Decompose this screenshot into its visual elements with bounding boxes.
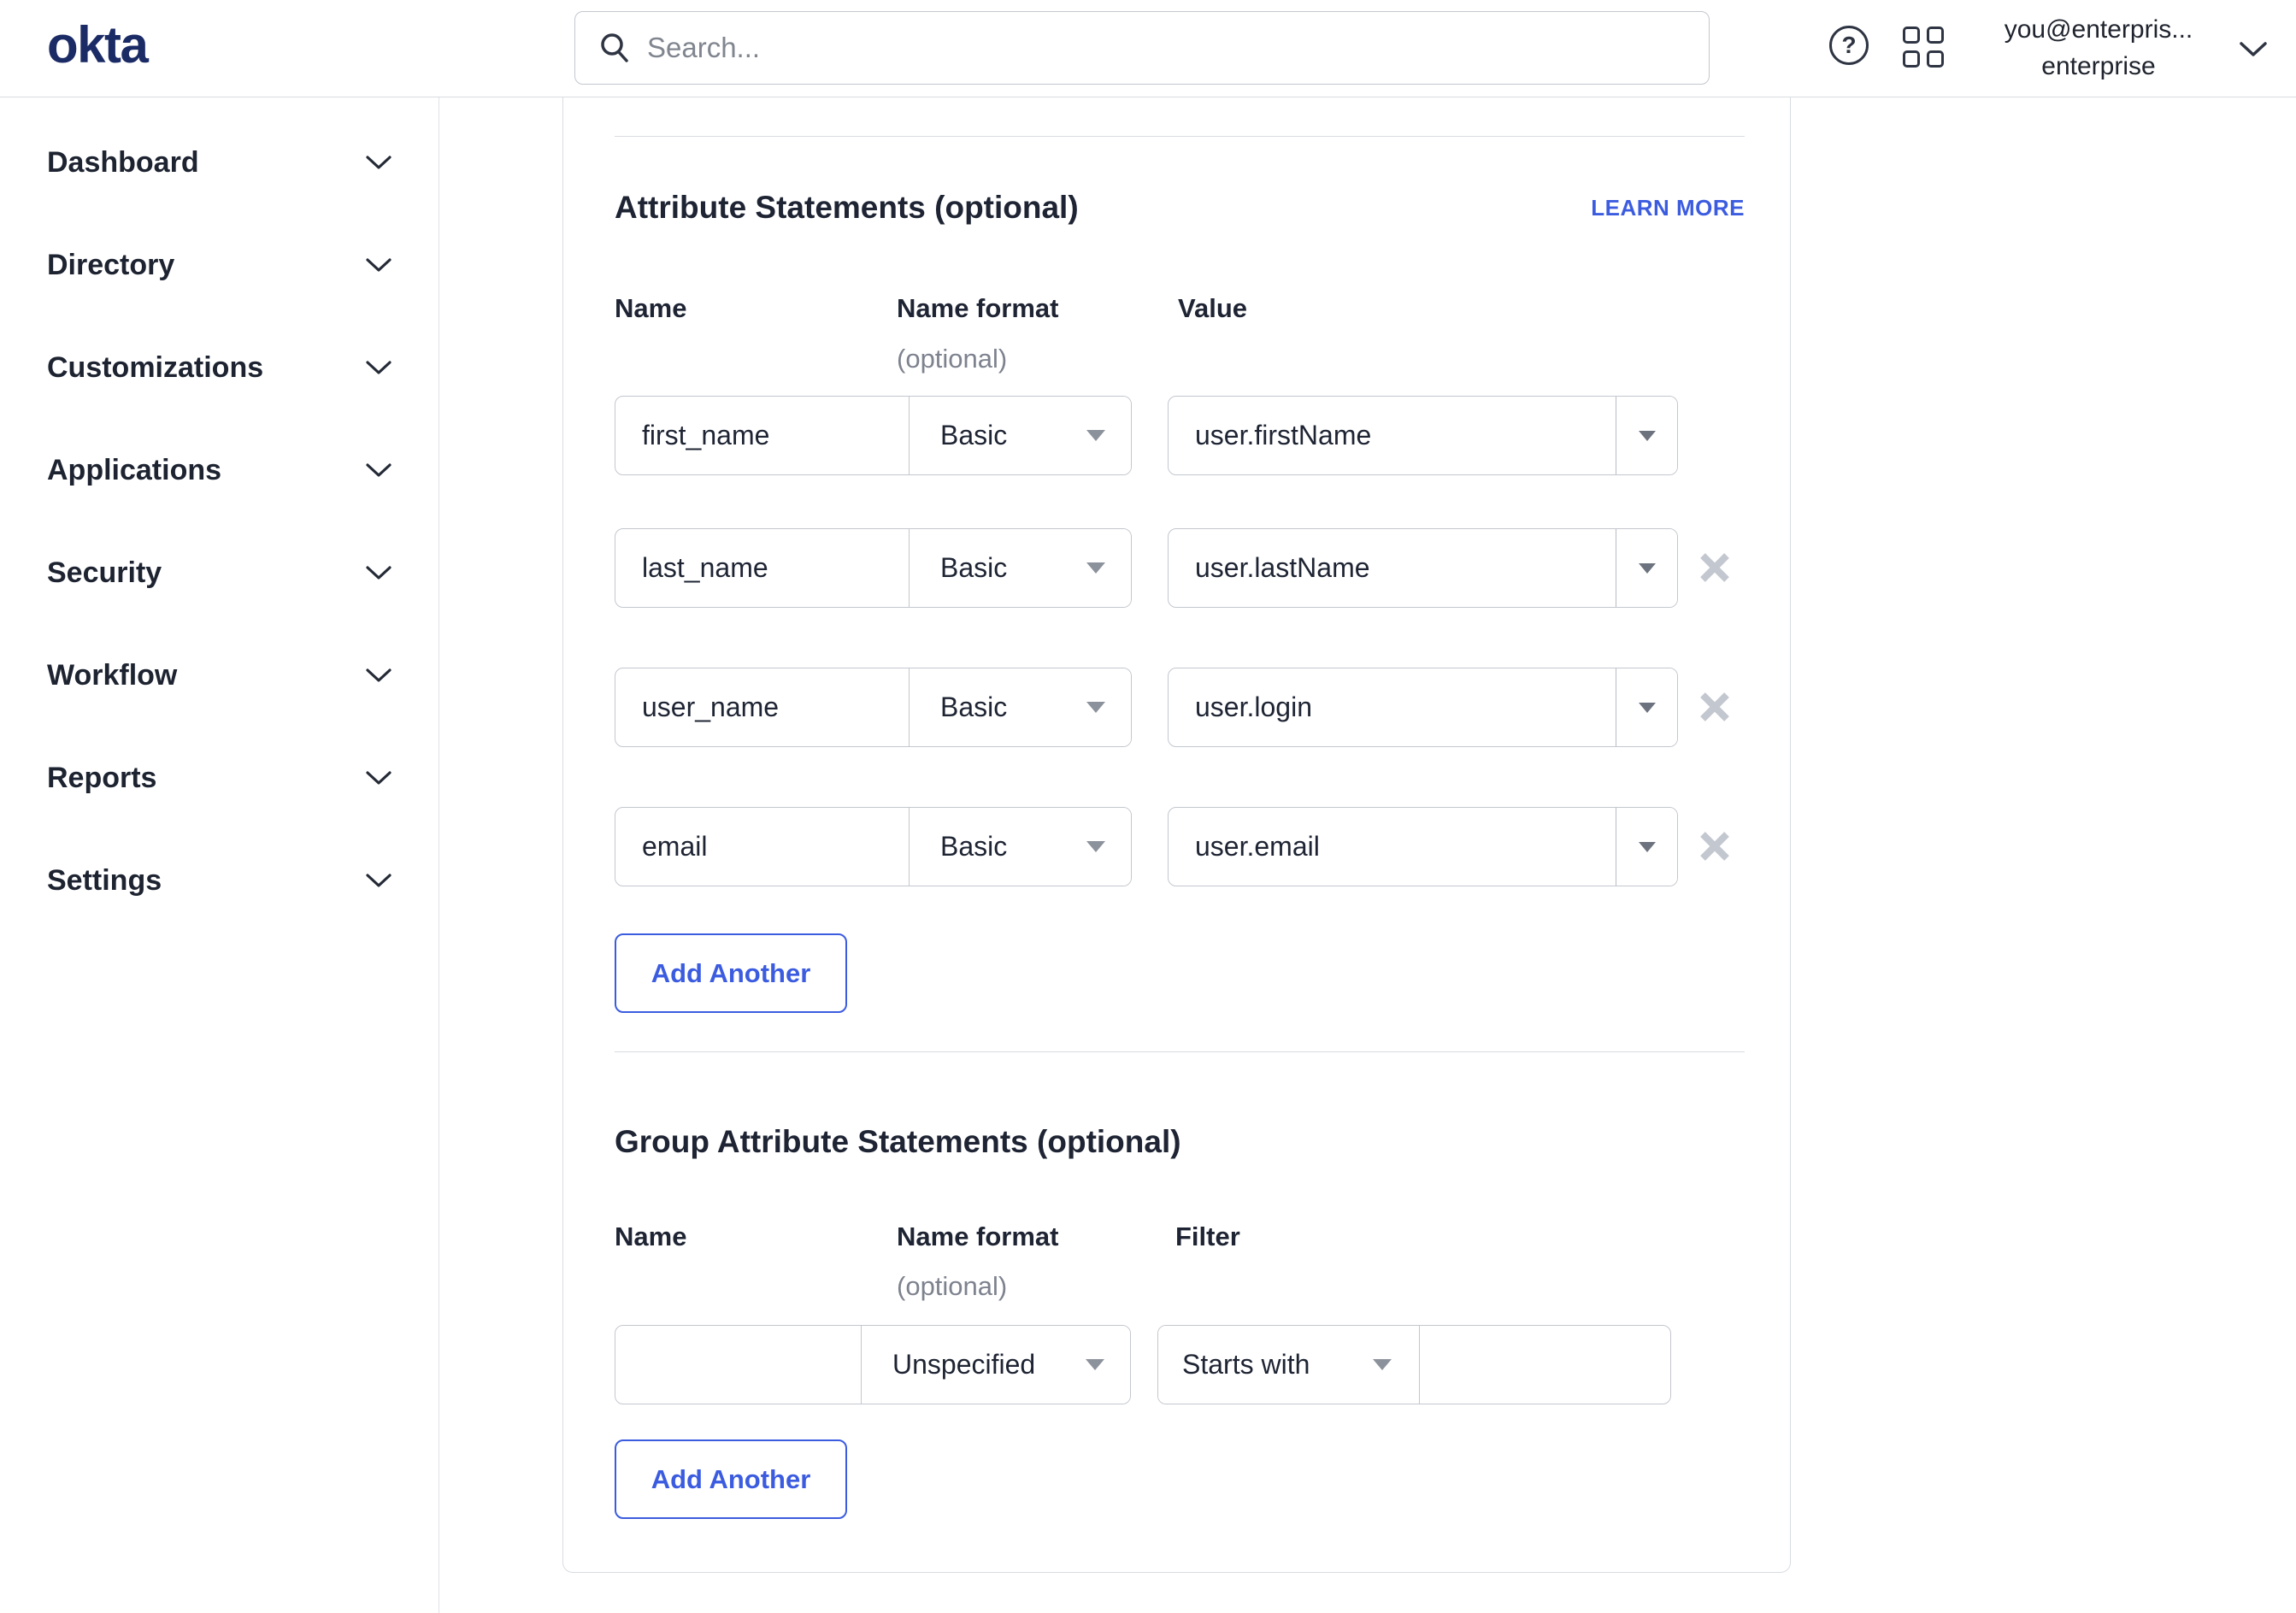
name-and-format-group: Basic [615,807,1132,886]
remove-row-button[interactable] [1698,830,1732,864]
column-header-name: Name [615,1222,687,1251]
search-input[interactable] [647,32,1687,64]
column-header-name-format: Name format [897,1222,1059,1251]
section-title: Group Attribute Statements (optional) [615,1124,1181,1159]
column-header-filter: Filter [1175,1222,1240,1251]
search-box [574,11,1710,85]
sidebar-item-directory[interactable]: Directory [0,214,439,316]
sidebar-item-applications[interactable]: Applications [0,419,439,521]
dropdown-arrow-icon [1086,562,1105,574]
section-title: Attribute Statements (optional) [615,190,1079,225]
group-attribute-statements-header: Group Attribute Statements (optional) [615,1121,1745,1163]
name-and-format-group: Basic [615,528,1132,608]
delete-x-icon [1700,553,1729,582]
account-email: you@enterpris... [2004,15,2193,44]
dropdown-arrow-icon [1638,702,1656,713]
name-format-select[interactable]: Basic [910,808,1131,886]
account-chevron-down-icon[interactable] [2238,40,2269,59]
value-combobox [1168,668,1678,747]
sidebar-item-settings[interactable]: Settings [0,829,439,932]
attribute-row: Basic [615,668,1751,747]
help-button[interactable]: ? [1829,24,1872,67]
attribute-row: Basic [615,807,1751,886]
chevron-down-icon [366,770,391,785]
sidebar-item-customizations[interactable]: Customizations [0,316,439,419]
value-dropdown-button[interactable] [1616,529,1677,607]
sidebar: Dashboard Directory Customizations Appli… [0,97,439,1613]
column-header-value: Value [1178,293,1247,323]
group-name-and-format-group: Unspecified [615,1325,1131,1404]
remove-row-button[interactable] [1698,551,1732,586]
value-dropdown-button[interactable] [1616,668,1677,746]
attribute-value-input[interactable] [1169,397,1616,474]
value-combobox [1168,807,1678,886]
chevron-down-icon [366,565,391,580]
search-icon [601,33,628,62]
dropdown-arrow-icon [1638,430,1656,441]
dropdown-arrow-icon [1086,702,1105,713]
section-divider [615,1051,1745,1052]
group-name-format-select[interactable]: Unspecified [862,1326,1130,1404]
add-another-attribute-button[interactable]: Add Another [615,933,847,1013]
attribute-row: Basic [615,396,1751,475]
section-divider [615,136,1745,137]
delete-x-icon [1700,832,1729,861]
value-dropdown-button[interactable] [1616,808,1677,886]
name-and-format-group: Basic [615,668,1132,747]
value-combobox [1168,396,1678,475]
attribute-value-input[interactable] [1169,668,1616,746]
sidebar-item-workflow[interactable]: Workflow [0,624,439,727]
name-format-select[interactable]: Basic [910,529,1131,607]
attribute-name-input[interactable] [615,808,910,886]
name-format-select[interactable]: Basic [910,397,1131,474]
dropdown-arrow-icon [1638,841,1656,852]
chevron-down-icon [366,873,391,887]
sidebar-item-security[interactable]: Security [0,521,439,624]
filter-value-input[interactable] [1420,1326,1805,1404]
column-header-name: Name [615,293,687,323]
name-format-select[interactable]: Basic [910,668,1131,746]
dropdown-arrow-icon [1086,1359,1104,1370]
apps-grid-button[interactable] [1903,26,1947,71]
group-filter-group: Starts with [1157,1325,1805,1404]
column-note-optional: (optional) [897,344,1008,374]
remove-row-button[interactable] [1698,691,1732,725]
account-menu[interactable]: you@enterpris... enterprise [1962,11,2235,85]
attribute-statements-header: Attribute Statements (optional) LEARN MO… [615,187,1745,228]
help-icon: ? [1829,26,1869,65]
column-note-optional: (optional) [897,1271,1008,1301]
chevron-down-icon [366,155,391,169]
add-another-group-attribute-button[interactable]: Add Another [615,1439,847,1519]
account-org: enterprise [2041,52,2156,80]
main-panel: Attribute Statements (optional) LEARN MO… [562,97,1805,1573]
sidebar-item-dashboard[interactable]: Dashboard [0,111,439,214]
chevron-down-icon [366,360,391,374]
attribute-value-input[interactable] [1169,529,1616,607]
topbar: okta ? you@enterpris... enterprise [0,0,2296,97]
group-attribute-row: Unspecified Starts with [615,1325,1805,1404]
attribute-value-input[interactable] [1169,808,1616,886]
delete-x-icon [1700,692,1729,721]
dropdown-arrow-icon [1086,841,1105,852]
learn-more-link[interactable]: LEARN MORE [1591,195,1745,221]
chevron-down-icon [366,668,391,682]
column-header-name-format: Name format [897,293,1059,323]
group-name-input[interactable] [615,1326,862,1404]
chevron-down-icon [366,462,391,477]
sidebar-item-reports[interactable]: Reports [0,727,439,829]
dropdown-arrow-icon [1373,1359,1392,1370]
attribute-name-input[interactable] [615,668,910,746]
value-combobox [1168,528,1678,608]
attribute-name-input[interactable] [615,397,910,474]
filter-type-select[interactable]: Starts with [1158,1326,1420,1404]
okta-logo[interactable]: okta [47,15,149,74]
dropdown-arrow-icon [1638,562,1656,574]
apps-grid-icon [1903,26,1920,44]
name-and-format-group: Basic [615,396,1132,475]
chevron-down-icon [366,257,391,272]
attribute-row: Basic [615,528,1751,608]
dropdown-arrow-icon [1086,430,1105,441]
attribute-name-input[interactable] [615,529,910,607]
value-dropdown-button[interactable] [1616,397,1677,474]
